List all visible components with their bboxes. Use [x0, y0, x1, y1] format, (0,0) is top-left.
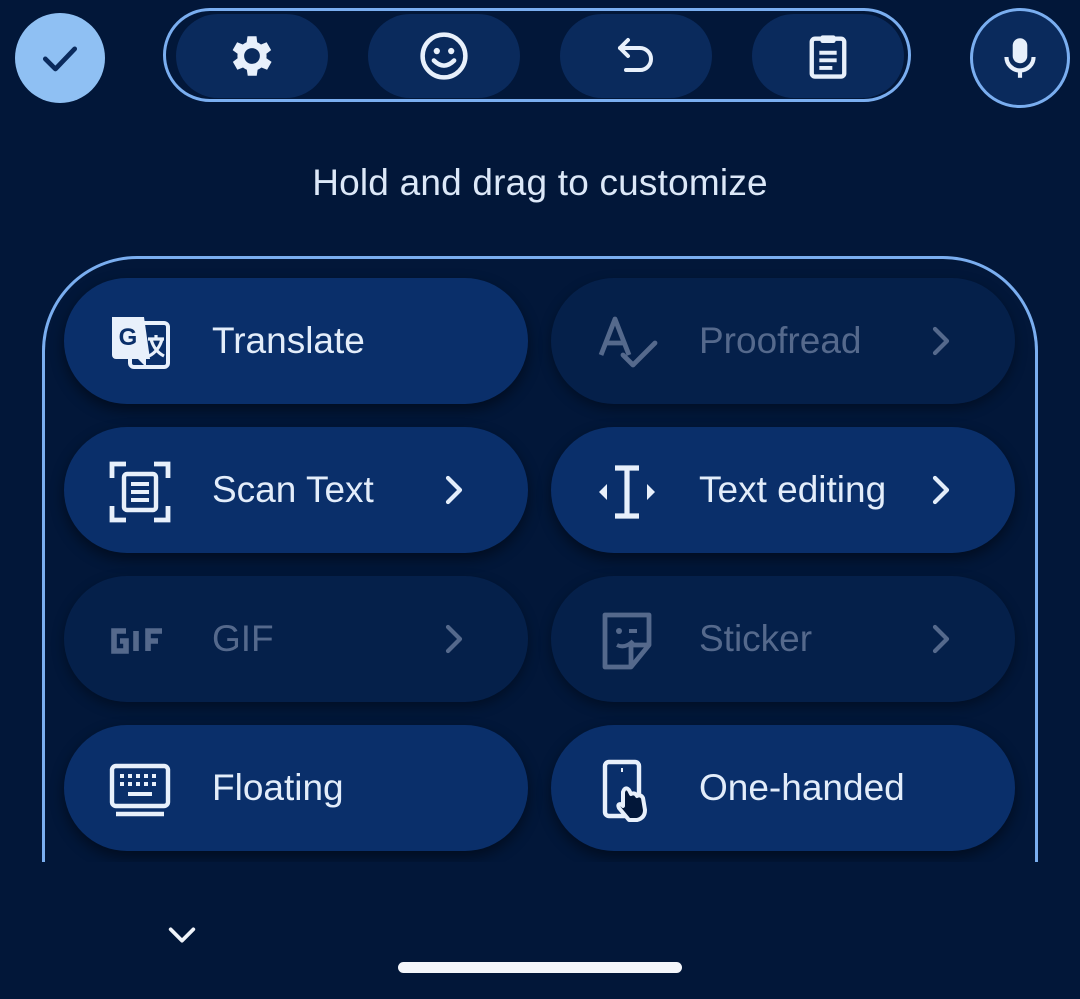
- emoji-icon: [420, 32, 468, 80]
- bottom-bar: [0, 862, 1080, 999]
- microphone-icon: [1004, 38, 1036, 78]
- chevron-down-icon[interactable]: [165, 918, 199, 952]
- feature-label: GIF: [212, 618, 274, 659]
- feature-scan-text[interactable]: Scan Text: [64, 427, 528, 553]
- scan-text-icon: [109, 461, 171, 523]
- clipboard-button[interactable]: [752, 14, 904, 98]
- customize-hint: Hold and drag to customize: [312, 162, 768, 203]
- feature-floating[interactable]: Floating: [64, 725, 528, 851]
- feature-label: Sticker: [699, 618, 813, 659]
- sticker-icon: [602, 612, 652, 670]
- feature-label: Translate: [212, 320, 365, 361]
- feature-label: Floating: [212, 767, 344, 808]
- voice-input-button[interactable]: [970, 8, 1070, 108]
- gif-icon: [111, 628, 162, 654]
- translate-icon: G: [112, 317, 170, 369]
- chevron-right-icon: [932, 624, 950, 654]
- feature-label: One-handed: [699, 767, 905, 808]
- chevron-right-icon: [445, 624, 463, 654]
- done-button[interactable]: [15, 13, 105, 103]
- clipboard-icon: [809, 35, 847, 79]
- feature-label: Proofread: [699, 320, 862, 361]
- feature-label: Scan Text: [212, 469, 374, 510]
- svg-text:G: G: [119, 324, 138, 351]
- chevron-right-icon: [932, 326, 950, 356]
- check-icon: [42, 46, 78, 72]
- feature-sticker[interactable]: Sticker: [551, 576, 1015, 702]
- emoji-button[interactable]: [368, 14, 520, 98]
- settings-button[interactable]: [176, 14, 328, 98]
- proofread-icon: [598, 316, 658, 368]
- chevron-right-icon: [932, 475, 950, 505]
- feature-text-editing[interactable]: Text editing: [551, 427, 1015, 553]
- undo-icon: [618, 38, 653, 72]
- feature-one-handed[interactable]: One-handed: [551, 725, 1015, 851]
- undo-button[interactable]: [560, 14, 712, 98]
- keyboard-icon: [109, 763, 171, 817]
- text-cursor-icon: [599, 465, 655, 519]
- feature-gif[interactable]: GIF: [64, 576, 528, 702]
- feature-label: Text editing: [699, 469, 887, 510]
- feature-proofread[interactable]: Proofread: [551, 278, 1015, 404]
- feature-translate[interactable]: G Translate: [64, 278, 528, 404]
- gesture-handle[interactable]: [398, 962, 682, 973]
- chevron-right-icon: [445, 475, 463, 505]
- gear-icon: [232, 36, 272, 76]
- one-handed-icon: [602, 759, 647, 822]
